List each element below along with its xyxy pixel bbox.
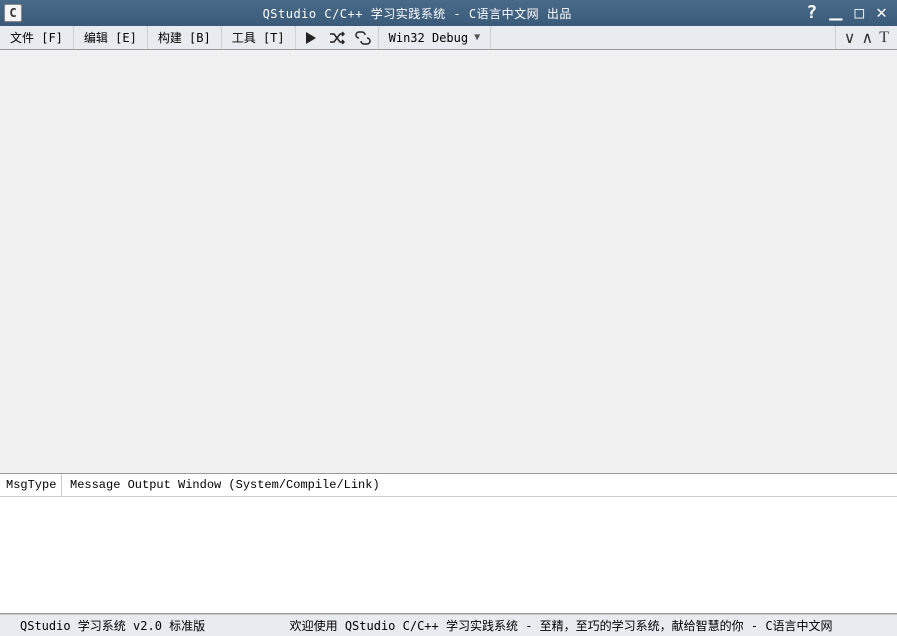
- menu-build[interactable]: 构建 [B]: [148, 26, 222, 49]
- menubar-spacer: [491, 26, 836, 49]
- text-tool-icon[interactable]: T: [879, 29, 889, 47]
- chevron-down-icon: ▼: [474, 32, 480, 43]
- link-icon[interactable]: [354, 29, 372, 47]
- menu-bar: 文件 [F] 编辑 [E] 构建 [B] 工具 [T] Win32 Debug …: [0, 26, 897, 50]
- up-caret-icon[interactable]: ∧: [862, 28, 874, 48]
- msgtype-column-header: MsgType: [0, 474, 62, 496]
- minimize-icon[interactable]: _: [829, 0, 842, 20]
- shuffle-icon[interactable]: [328, 29, 346, 47]
- title-bar: C QStudio C/C++ 学习实践系统 - C语言中文网 出品 ? _ □…: [0, 0, 897, 26]
- editor-area[interactable]: [0, 50, 897, 474]
- app-icon: C: [4, 4, 22, 22]
- close-icon[interactable]: ✕: [876, 4, 887, 22]
- right-toolbar: ∨ ∧ T: [836, 26, 897, 49]
- window-title: QStudio C/C++ 学习实践系统 - C语言中文网 出品: [28, 5, 806, 22]
- build-config-dropdown[interactable]: Win32 Debug ▼: [379, 26, 492, 49]
- down-caret-icon[interactable]: ∨: [844, 28, 856, 48]
- output-header: MsgType Message Output Window (System/Co…: [0, 474, 897, 497]
- message-column-header: Message Output Window (System/Compile/Li…: [62, 474, 897, 496]
- menu-edit[interactable]: 编辑 [E]: [74, 26, 148, 49]
- menu-file[interactable]: 文件 [F]: [0, 26, 74, 49]
- window-controls: ? _ □ ✕: [806, 2, 893, 24]
- output-panel: MsgType Message Output Window (System/Co…: [0, 474, 897, 614]
- status-version: QStudio 学习系统 v2.0 标准版: [0, 617, 225, 634]
- help-icon[interactable]: ?: [806, 4, 817, 22]
- toolbar-run-group: [296, 26, 379, 49]
- menu-tools[interactable]: 工具 [T]: [222, 26, 296, 49]
- run-icon[interactable]: [302, 29, 320, 47]
- output-body[interactable]: [0, 497, 897, 613]
- build-config-label: Win32 Debug: [389, 31, 468, 45]
- status-welcome: 欢迎使用 QStudio C/C++ 学习实践系统 - 至精，至巧的学习系统，献…: [225, 617, 897, 634]
- maximize-icon[interactable]: □: [855, 5, 865, 21]
- status-bar: QStudio 学习系统 v2.0 标准版 欢迎使用 QStudio C/C++…: [0, 614, 897, 636]
